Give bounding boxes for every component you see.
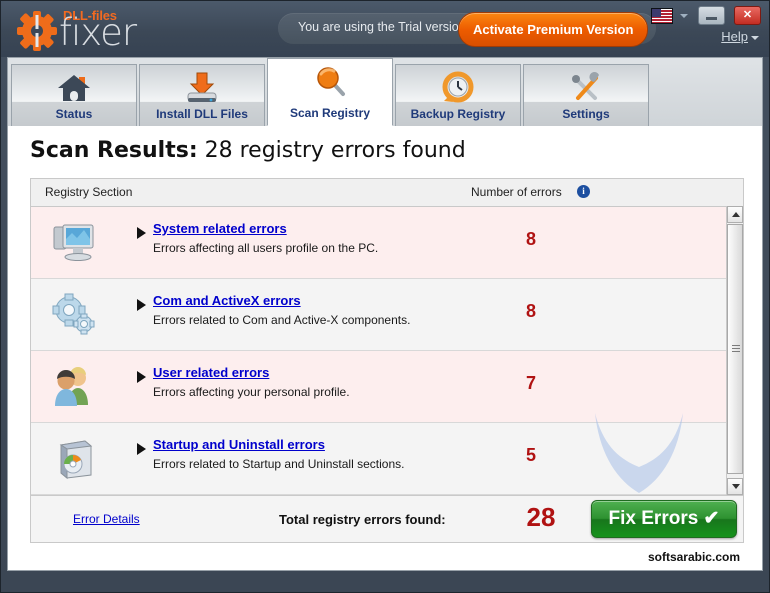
us-flag-icon[interactable] [650, 7, 673, 24]
help-menu[interactable]: Help [721, 29, 759, 44]
tab-status[interactable]: Status [11, 64, 137, 126]
tab-settings-label: Settings [562, 107, 610, 121]
expand-arrow-icon[interactable] [137, 227, 146, 239]
tab-install-dll-files-label: Install DLL Files [156, 107, 248, 121]
close-button[interactable]: ✕ [734, 6, 761, 25]
results-footer: Error Details Total registry errors foun… [30, 496, 744, 543]
clock-restore-icon [396, 71, 520, 107]
total-errors-count: 28 [526, 502, 556, 532]
scrollbar-grip-icon [732, 345, 740, 352]
scrollbar-thumb[interactable] [727, 224, 743, 474]
row-title-link[interactable]: Com and ActiveX errors [153, 293, 301, 308]
chevron-down-icon [732, 484, 740, 489]
page-title-bold: Scan Results: [30, 138, 198, 163]
expand-arrow-icon[interactable] [137, 443, 146, 455]
table-row[interactable]: User related errors Errors affecting you… [31, 351, 743, 423]
results-scrollbar[interactable] [726, 206, 743, 495]
results-table: Registry Section Number of errors i Syst… [30, 178, 744, 496]
info-icon[interactable]: i [577, 185, 590, 198]
fix-errors-button[interactable]: Fix Errors ✔ [591, 500, 737, 538]
table-row[interactable]: Startup and Uninstall errors Errors rela… [31, 423, 743, 495]
tab-backup-registry[interactable]: Backup Registry [395, 64, 521, 126]
gears-icon [51, 293, 97, 337]
language-chevron-down-icon[interactable] [680, 13, 689, 18]
row-title-link[interactable]: Startup and Uninstall errors [153, 437, 325, 452]
row-title-link[interactable]: System related errors [153, 221, 287, 236]
row-error-count: 5 [525, 445, 536, 465]
close-icon: ✕ [742, 9, 753, 21]
tab-install-dll-files[interactable]: Install DLL Files [139, 64, 265, 126]
home-icon [12, 71, 136, 107]
row-error-count: 8 [525, 229, 536, 249]
title-bar: DLL-files fixer You are using the Trial … [1, 1, 769, 57]
page-title-rest: 28 registry errors found [197, 138, 466, 163]
row-description: Errors related to Com and Active-X compo… [153, 313, 411, 327]
table-header: Registry Section Number of errors i [31, 179, 743, 207]
tab-scan-registry-label: Scan Registry [289, 106, 371, 120]
error-details-link[interactable]: Error Details [73, 512, 140, 526]
tab-backup-registry-label: Backup Registry [410, 107, 506, 121]
tab-scan-registry[interactable]: Scan Registry [267, 58, 393, 126]
gear-icon [17, 11, 57, 51]
download-disk-icon [140, 71, 264, 107]
tab-status-label: Status [55, 107, 93, 121]
content-panel: Scan Results: 28 registry errors found R… [7, 126, 763, 571]
trial-bar: You are using the Trial version Activate… [278, 12, 656, 47]
table-row[interactable]: System related errors Errors affecting a… [31, 207, 743, 279]
minimize-button[interactable] [697, 6, 725, 25]
magnifier-icon [268, 65, 392, 101]
row-error-count: 8 [525, 301, 536, 321]
app-window: DLL-files fixer You are using the Trial … [0, 0, 770, 593]
tab-settings[interactable]: Settings [523, 64, 649, 126]
activate-premium-button[interactable]: Activate Premium Version [458, 12, 649, 47]
row-title-link[interactable]: User related errors [153, 365, 269, 380]
page-title: Scan Results: 28 registry errors found [30, 138, 466, 163]
trial-message: You are using the Trial version [298, 20, 466, 34]
expand-arrow-icon[interactable] [137, 371, 146, 383]
row-description: Errors affecting all users profile on th… [153, 241, 379, 255]
table-body: System related errors Errors affecting a… [31, 207, 743, 497]
help-label: Help [721, 29, 748, 44]
column-header-number-of-errors: Number of errors [471, 185, 562, 199]
scrollbar-down-button[interactable] [727, 478, 743, 495]
app-logo: DLL-files fixer [11, 3, 261, 57]
tools-icon [524, 71, 648, 107]
table-row[interactable]: Com and ActiveX errors Errors related to… [31, 279, 743, 351]
column-header-registry-section: Registry Section [45, 185, 133, 199]
users-icon [51, 365, 97, 409]
software-box-icon [51, 437, 97, 481]
logo-brand-main: fixer [59, 11, 137, 54]
tab-strip: Status Install DLL Files Scan Registry B… [7, 57, 763, 126]
site-watermark: softsarabic.com [647, 550, 740, 564]
row-error-count: 7 [525, 373, 536, 393]
window-controls: ✕ [650, 6, 761, 25]
monitor-icon [51, 221, 97, 265]
help-chevron-down-icon [751, 35, 759, 40]
chevron-up-icon [732, 212, 740, 217]
row-description: Errors affecting your personal profile. [153, 385, 350, 399]
expand-arrow-icon[interactable] [137, 299, 146, 311]
scrollbar-up-button[interactable] [727, 206, 743, 223]
total-errors-label: Total registry errors found: [279, 512, 446, 527]
row-description: Errors related to Startup and Uninstall … [153, 457, 405, 471]
